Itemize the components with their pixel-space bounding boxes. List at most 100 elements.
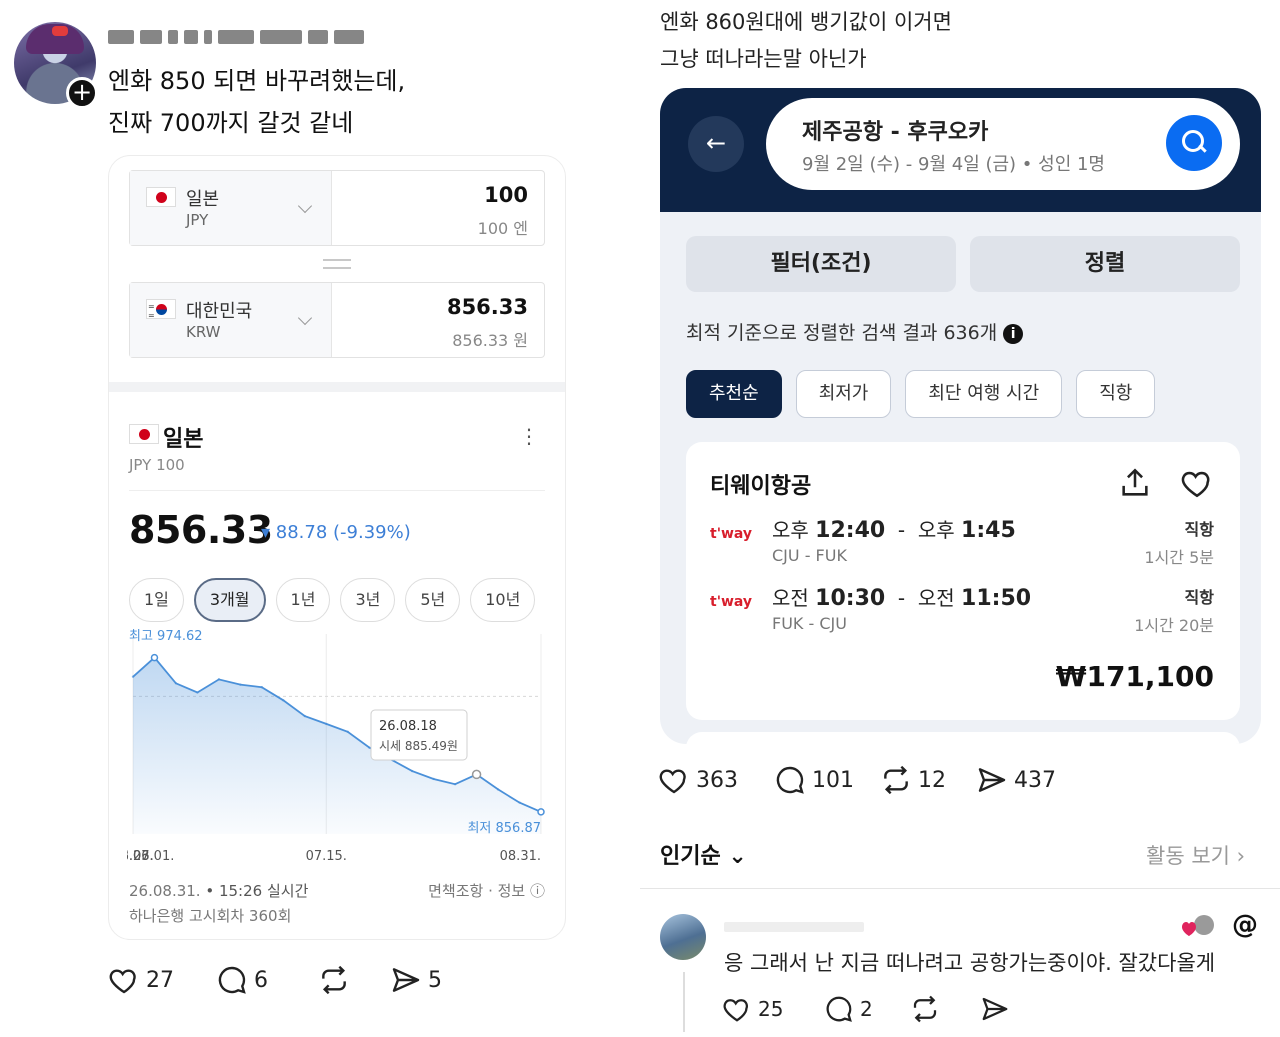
sort-button[interactable]: 정렬 [970,236,1240,292]
disclaimer-link[interactable]: 면책조항 · 정보 ⓘ [428,880,545,901]
currency-to-value[interactable]: 856.33 [447,295,528,319]
chip-shortest[interactable]: 최단 여행 시간 [905,370,1063,418]
data-point [239,683,242,686]
flight-2-route: FUK - CJU [772,614,847,633]
x-tick-label: 07.15. [306,849,347,864]
data-point [282,699,285,702]
reply-actions: 25 2 [722,994,1010,1024]
data-point [131,675,135,678]
korea-flag-icon [146,299,176,320]
data-point [453,783,457,786]
back-arrow-icon[interactable]: ← [688,116,744,172]
footer-date-row: 26.08.31. • 15:26 실시간 [129,880,308,901]
rate-title: 일본 [163,427,204,452]
currency-from-selector[interactable]: 일본 JPY [130,171,332,245]
share-upload-icon[interactable] [1118,466,1152,500]
reply-comment-count: 2 [860,997,873,1021]
period-tab-10y[interactable]: 10년 [470,578,536,622]
period-tab-3y[interactable]: 3년 [340,578,396,622]
heart-icon [659,769,686,794]
more-options-icon[interactable]: ⋮ [519,424,539,448]
data-point [217,678,221,681]
period-tab-1d[interactable]: 1일 [129,578,184,622]
flight-1-arr-ampm: 오후 [917,518,955,542]
chip-cheapest[interactable]: 최저가 [795,370,892,418]
currency-to-row[interactable]: 대한민국 KRW 856.33 856.33 원 [129,282,545,358]
threads-logo-icon: @ [1232,910,1258,940]
follow-plus-button[interactable]: + [66,77,98,109]
search-icon[interactable] [1166,115,1222,171]
currency-from-row[interactable]: 일본 JPY 100 100 엔 [129,170,545,246]
heart-icon [723,999,748,1022]
repost-button[interactable] [318,964,390,996]
tooltip-date: 26.08.18 [379,719,437,734]
comment-button[interactable]: 101 [774,764,880,796]
flight-result-card[interactable]: 티웨이항공 t'way 오후 12:40 - 오후 1:45 CJU - FUK… [686,442,1240,720]
period-tab-5y[interactable]: 5년 [405,578,461,622]
flight-1-type: 직항 [1184,520,1214,539]
repost-button[interactable]: 12 [880,764,976,796]
currency-from-value[interactable]: 100 [484,183,528,207]
chevron-down-icon [297,198,313,214]
blurred-reply-username [724,922,864,932]
flight-1-arr: 1:45 [961,518,1016,543]
send-icon [392,968,420,992]
equals-icon [323,259,351,269]
currency-from-name: 일본 [186,189,220,210]
period-tab-1y[interactable]: 1년 [275,578,331,622]
chip-recommended[interactable]: 추천순 [686,370,782,418]
reply-repost-button[interactable] [910,994,980,1024]
period-tabs: 1일 3개월 1년 3년 5년 10년 [129,578,536,622]
period-tab-3m[interactable]: 3개월 [193,578,266,622]
view-activity-link[interactable]: 활동 보기 › [1146,840,1245,870]
reply-avatar[interactable] [660,914,706,960]
comment-button[interactable]: 6 [216,964,318,996]
japan-flag-icon [129,424,159,444]
result-count: 최적 기준으로 정렬한 검색 결과 636개 [686,322,998,344]
comment-icon [776,766,804,794]
data-point [325,722,328,726]
flight-search-bar[interactable]: 제주공항 - 후쿠오카 9월 2일 (수) - 9월 4일 (금) • 성인 1… [766,98,1240,190]
author-liked-badge-icon [1182,915,1214,936]
share-button[interactable]: 5 [390,964,442,996]
favorite-heart-icon[interactable] [1180,466,1214,500]
route-text: 제주공항 - 후쿠오카 [802,120,989,145]
like-button[interactable]: 363 [658,764,774,796]
reply-like-count: 25 [758,997,784,1021]
send-icon [978,768,1006,792]
comment-icon [826,996,852,1022]
flight-2-dep: 10:30 [815,586,886,611]
filter-button[interactable]: 필터(조건) [686,236,956,292]
rate-area-chart[interactable]: 최고 974.62최저 856.8726.08.18시세 885.49원06.0… [127,624,547,874]
flight-2-time: 오전 10:30 - 오전 11:50 [772,586,1032,611]
sort-dropdown[interactable]: 인기순 ⌄ [660,838,747,870]
currency-from-sub: 100 엔 [477,219,528,238]
x-tick-label: 08.31. [500,849,541,864]
repost-count: 12 [918,767,946,793]
repost-icon [322,965,346,995]
currency-to-selector[interactable]: 대한민국 KRW [130,283,332,357]
heart-icon [109,969,136,994]
currency-to-name: 대한민국 [186,301,253,322]
reply-share-button[interactable] [980,994,1010,1024]
current-rate: 856.33 [129,508,273,552]
currency-to-code: KRW [186,323,221,341]
low-marker [537,808,545,816]
chip-direct[interactable]: 직항 [1076,370,1156,418]
rate-change: ▾ 88.78 (-9.39%) [261,522,411,543]
share-button[interactable]: 437 [976,764,1056,796]
info-icon[interactable]: i [1003,324,1024,344]
chevron-down-icon [297,310,313,326]
comment-icon [218,966,246,994]
currency-from-code: JPY [186,211,209,229]
reply-comment-button[interactable]: 2 [824,994,910,1024]
comment-count: 6 [254,967,268,993]
like-button[interactable]: 27 [108,964,216,996]
tooltip-value: 시세 885.49원 [379,739,458,753]
reply-like-button[interactable]: 25 [722,994,824,1024]
flight-price: ₩171,100 [1055,660,1214,693]
footer-live: • 15:26 실시간 [205,882,309,900]
data-point [303,714,306,718]
footer-bank: 하나은행 고시회차 360회 [129,907,292,925]
japan-flag-icon [146,187,176,207]
